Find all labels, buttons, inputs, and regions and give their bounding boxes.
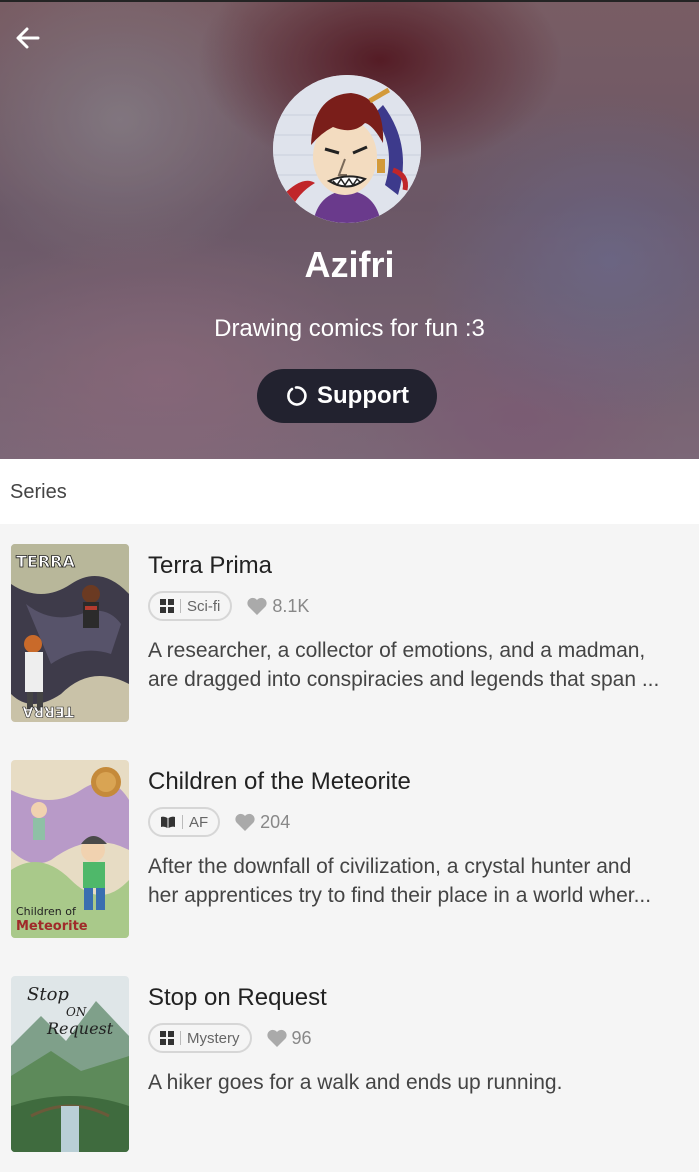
- genre-tag: Mystery: [148, 1023, 252, 1053]
- svg-text:Request: Request: [46, 1019, 114, 1038]
- series-item[interactable]: Children of Meteorite Children of the Me…: [0, 740, 699, 956]
- series-section-label: Series: [10, 481, 67, 503]
- description-line: are dragged into conspiracies and legend…: [148, 668, 660, 691]
- series-meta: AF 204: [148, 807, 290, 837]
- genre-label: Sci-fi: [187, 597, 221, 615]
- genre-tag: AF: [148, 807, 221, 837]
- layout-grid-icon: [160, 599, 174, 613]
- support-button[interactable]: Support: [257, 369, 437, 423]
- tag-divider: [180, 1031, 181, 1045]
- avatar: [273, 75, 421, 223]
- back-button[interactable]: [12, 22, 44, 54]
- series-item[interactable]: Stop ON Request Stop on Request Mystery: [0, 956, 699, 1172]
- profile-banner: Azifri Drawing comics for fun :3 Support: [0, 0, 699, 459]
- heart-icon: [266, 1029, 287, 1047]
- likes-count: 204: [234, 812, 290, 833]
- support-label: Support: [317, 382, 409, 409]
- series-title[interactable]: Terra Prima: [148, 552, 272, 580]
- series-title[interactable]: Stop on Request: [148, 984, 327, 1012]
- profile-name: Azifri: [304, 244, 395, 285]
- likes-value: 204: [260, 811, 291, 832]
- description-line: After the downfall of civilization, a cr…: [148, 855, 632, 878]
- svg-text:ON: ON: [66, 1005, 87, 1019]
- series-meta: Sci-fi 8.1K: [148, 591, 309, 621]
- series-item[interactable]: TERRA TERRA Terra Prima Sci-fi 8.1K A re…: [0, 524, 699, 740]
- series-description: After the downfall of civilization, a cr…: [148, 852, 688, 910]
- series-section-header: Series: [0, 459, 699, 524]
- support-ring-icon: [287, 386, 307, 406]
- svg-text:TERRA: TERRA: [22, 703, 74, 719]
- tag-divider: [182, 815, 183, 829]
- series-description: A hiker goes for a walk and ends up runn…: [148, 1068, 688, 1097]
- genre-tag: Sci-fi: [148, 591, 233, 621]
- series-title[interactable]: Children of the Meteorite: [148, 768, 411, 796]
- heart-icon: [235, 813, 255, 831]
- likes-value: 8.1K: [272, 595, 310, 616]
- description-line: her apprentices try to find their place …: [148, 884, 652, 907]
- profile-tagline: Drawing comics for fun :3: [214, 315, 485, 342]
- description-line: A researcher, a collector of emotions, a…: [148, 639, 646, 662]
- series-meta: Mystery 96: [148, 1023, 312, 1053]
- svg-text:Stop: Stop: [27, 984, 69, 1005]
- svg-text:TERRA: TERRA: [16, 552, 75, 571]
- likes-value: 96: [291, 1027, 312, 1048]
- tag-divider: [180, 599, 181, 613]
- heart-icon: [247, 597, 267, 615]
- likes-count: 96: [266, 1028, 312, 1049]
- layout-grid-icon: [160, 1031, 174, 1045]
- genre-label: Mystery: [187, 1029, 240, 1047]
- open-book-icon: [161, 816, 175, 828]
- series-description: A researcher, a collector of emotions, a…: [148, 636, 688, 694]
- description-line: A hiker goes for a walk and ends up runn…: [148, 1071, 563, 1094]
- series-cover[interactable]: Stop ON Request: [11, 976, 129, 1152]
- svg-text:Meteorite: Meteorite: [16, 919, 88, 934]
- svg-text:Children of: Children of: [16, 905, 77, 918]
- genre-label: AF: [189, 813, 209, 831]
- arrow-left-icon: [16, 27, 40, 49]
- series-cover[interactable]: TERRA TERRA: [11, 544, 129, 722]
- likes-count: 8.1K: [246, 596, 309, 617]
- series-cover[interactable]: Children of Meteorite: [11, 760, 129, 938]
